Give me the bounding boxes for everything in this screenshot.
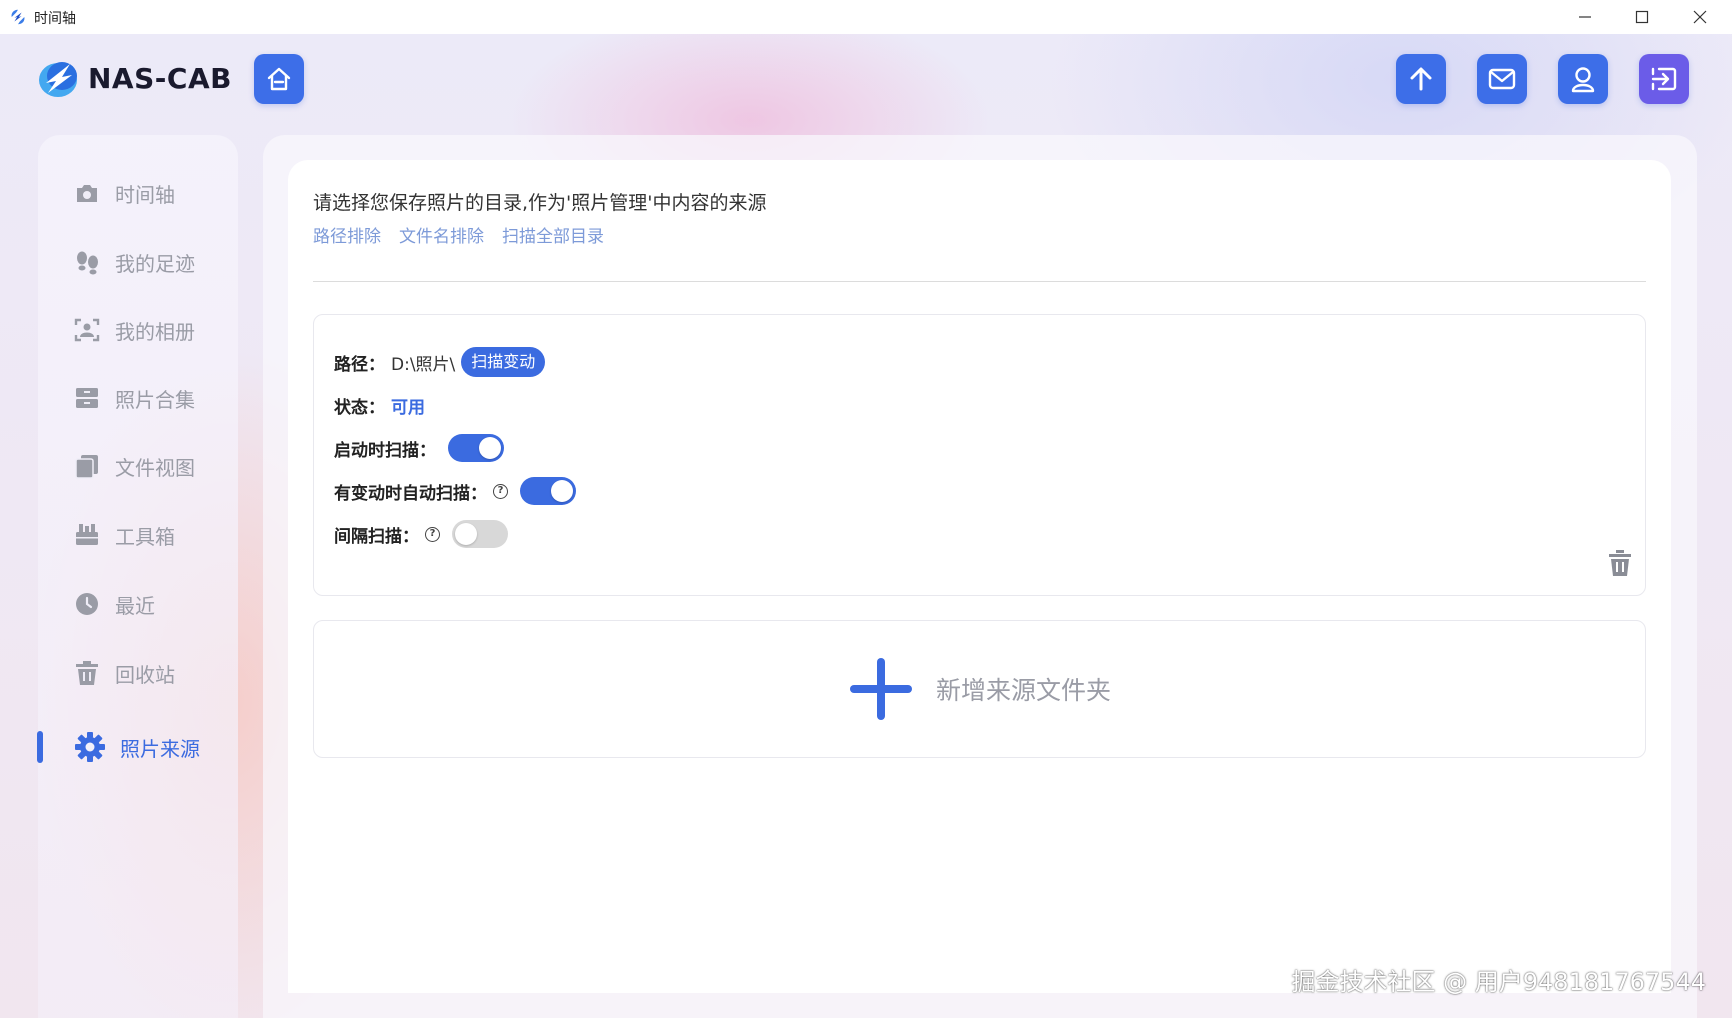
upload-button[interactable] [1396, 54, 1446, 104]
app-logo: NAS-CAB [36, 56, 232, 100]
auto-scan-label: 有变动时自动扫描： [334, 483, 487, 504]
camera-icon [74, 180, 100, 206]
window-titlebar: 时间轴 [0, 0, 1732, 34]
close-button[interactable] [1672, 0, 1728, 34]
trash-icon [74, 660, 100, 686]
sidebar-item-file-view[interactable]: 文件视图 [38, 443, 238, 489]
mail-button[interactable] [1477, 54, 1527, 104]
intro-text: 请选择您保存照片的目录,作为'照片管理'中内容的来源 [313, 192, 767, 214]
main-content: 请选择您保存照片的目录,作为'照片管理'中内容的来源 路径排除 文件名排除 扫描… [288, 160, 1671, 993]
interval-scan-label: 间隔扫描： [334, 526, 419, 547]
scan-all-link[interactable]: 扫描全部目录 [502, 222, 604, 247]
archive-icon [74, 385, 100, 411]
window-title: 时间轴 [34, 11, 76, 27]
upload-icon [1410, 67, 1432, 91]
help-icon[interactable]: ? [493, 483, 508, 499]
auto-scan-row: 有变动时自动扫描： ? [334, 476, 576, 506]
logout-icon [1651, 67, 1677, 91]
toggle-knob [479, 437, 501, 459]
sidebar-item-footprints[interactable]: 我的足迹 [38, 239, 238, 285]
home-button[interactable] [254, 54, 304, 104]
footprint-icon [74, 249, 100, 275]
mail-icon [1488, 68, 1516, 90]
user-button[interactable] [1558, 54, 1608, 104]
sidebar: 时间轴 我的足迹 我的相册 照片合集 文件视图 工具箱 最近 回收站 照片来源 [37, 135, 238, 1018]
files-icon [74, 453, 100, 479]
user-icon [1571, 67, 1595, 93]
status-label: 状态： [334, 397, 385, 418]
clock-icon [74, 591, 100, 617]
app-icon [9, 8, 27, 26]
toolbox-icon [74, 522, 100, 548]
logo-icon [39, 62, 77, 97]
toggle-knob [455, 523, 477, 545]
delete-source-button[interactable] [1607, 549, 1633, 577]
active-indicator [37, 731, 43, 763]
toggle-knob [551, 480, 573, 502]
status-row: 状态： 可用 [334, 390, 425, 420]
logout-button[interactable] [1639, 54, 1689, 104]
sidebar-item-collections[interactable]: 照片合集 [38, 375, 238, 421]
sidebar-item-recent[interactable]: 最近 [38, 581, 238, 627]
maximize-button[interactable] [1614, 0, 1670, 34]
sidebar-item-timeline[interactable]: 时间轴 [38, 170, 238, 216]
maximize-icon [1635, 10, 1649, 24]
path-exclude-link[interactable]: 路径排除 [313, 222, 381, 247]
delete-icon [1609, 550, 1631, 576]
source-folder-card: 路径： D:\照片\ 扫描变动 状态： 可用 启动时扫描： 有变动时自动扫描： … [313, 314, 1646, 596]
scan-on-start-toggle[interactable] [448, 434, 504, 462]
divider [313, 281, 1646, 282]
help-icon[interactable]: ? [425, 526, 440, 542]
filename-exclude-link[interactable]: 文件名排除 [399, 222, 484, 247]
interval-scan-row: 间隔扫描： ? [334, 519, 508, 549]
minimize-icon [1579, 16, 1591, 18]
minimize-button[interactable] [1557, 0, 1613, 34]
gear-icon [74, 731, 106, 763]
path-row: 路径： D:\照片\ 扫描变动 [334, 347, 546, 377]
scan-changes-button[interactable]: 扫描变动 [461, 347, 546, 377]
scan-on-start-row: 启动时扫描： [334, 433, 504, 463]
sidebar-item-albums[interactable]: 我的相册 [38, 307, 238, 353]
action-links: 路径排除 文件名排除 扫描全部目录 [313, 222, 622, 247]
add-source-folder-label: 新增来源文件夹 [935, 676, 1111, 705]
status-value: 可用 [391, 397, 425, 418]
sidebar-item-photo-sources[interactable]: 照片来源 [37, 724, 238, 770]
sidebar-item-recycle-bin[interactable]: 回收站 [38, 650, 238, 696]
home-icon [267, 67, 291, 91]
auto-scan-toggle[interactable] [520, 477, 576, 505]
sidebar-item-toolbox[interactable]: 工具箱 [38, 512, 238, 558]
path-label: 路径： [334, 354, 385, 375]
path-value: D:\照片\ [391, 354, 456, 375]
add-source-folder-button[interactable]: 新增来源文件夹 [313, 620, 1646, 758]
close-icon [1693, 10, 1707, 24]
plus-icon [849, 658, 912, 720]
interval-scan-toggle[interactable] [452, 520, 508, 548]
face-scan-icon [74, 317, 100, 343]
scan-on-start-label: 启动时扫描： [334, 440, 436, 461]
watermark: 掘金技术社区 @ 用户948181767544 [1291, 968, 1707, 996]
logo-text: NAS-CAB [88, 61, 232, 95]
